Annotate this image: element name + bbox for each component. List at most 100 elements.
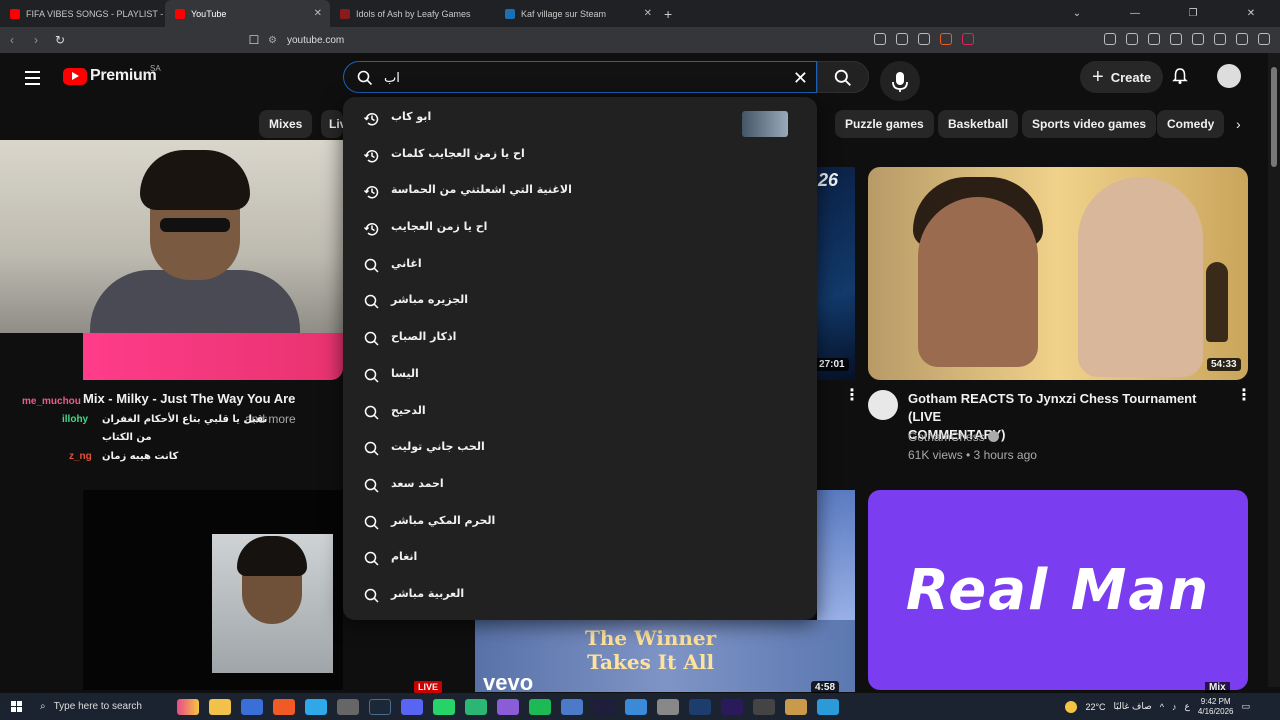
more-options-icon[interactable]: ⋮ [1236, 388, 1252, 404]
brave-shields-icon[interactable] [940, 33, 952, 45]
mix-video-title[interactable]: Mix - Milky - Just The Way You Are [83, 390, 343, 408]
suggestion-item[interactable]: اح يا زمن العجايب [343, 211, 817, 248]
weather-temp[interactable]: 22°C [1085, 702, 1105, 712]
site-info-icon[interactable]: ⚙ [268, 35, 277, 46]
extension-icon[interactable] [1104, 33, 1116, 45]
close-tab-icon[interactable]: ✕ [314, 8, 322, 19]
share-icon[interactable] [918, 33, 930, 45]
notifications-bell-icon[interactable] [1171, 67, 1189, 85]
chip-live[interactable]: Live [321, 110, 343, 138]
weather-icon[interactable] [1065, 700, 1078, 713]
account-avatar[interactable] [1217, 64, 1241, 88]
menu-icon[interactable] [1258, 33, 1270, 45]
rewards-icon[interactable] [962, 33, 974, 45]
language-indicator[interactable]: ع [1185, 702, 1190, 712]
real-man-thumbnail[interactable]: Real Man [868, 490, 1248, 690]
volume-icon[interactable]: ♪ [1172, 702, 1177, 712]
tab-steam[interactable]: Kaf village sur Steam ✕ [495, 0, 660, 27]
suggestion-item[interactable]: الجزيره مباشر [343, 284, 817, 321]
gaming-icon[interactable] [497, 698, 519, 715]
suggestion-item[interactable]: اغاني [343, 248, 817, 285]
steam-icon[interactable] [369, 698, 391, 715]
middle-video-thumbnail-2[interactable] [817, 490, 855, 625]
discord-icon[interactable] [401, 698, 423, 715]
suggestion-item[interactable]: انغام [343, 541, 817, 578]
photos-icon[interactable] [625, 698, 647, 715]
suggestion-item[interactable]: الدحيح [343, 395, 817, 432]
file-explorer-icon[interactable] [209, 698, 231, 715]
bookmark-icon[interactable]: ☐ [242, 33, 266, 47]
start-button[interactable] [0, 693, 32, 720]
fresco-icon[interactable] [689, 698, 711, 715]
close-tab-icon[interactable]: ✕ [644, 8, 652, 19]
suggestion-item[interactable]: الحرم المكي مباشر [343, 505, 817, 542]
clock[interactable]: 9:42 PM 4/16/2026 [1198, 697, 1234, 717]
forward-icon[interactable]: › [24, 33, 48, 47]
search-input[interactable] [384, 68, 774, 88]
more-options-icon[interactable]: ⋮ [844, 388, 860, 404]
page-scrollbar[interactable] [1268, 53, 1280, 687]
chess-video-thumbnail[interactable] [868, 167, 1248, 380]
suggestion-item[interactable]: الحب جاني توليت [343, 431, 817, 468]
edge-icon[interactable] [305, 698, 327, 715]
back-icon[interactable]: ‹ [0, 33, 24, 47]
tulips-widget-icon[interactable] [177, 698, 199, 715]
chevron-up-icon[interactable]: ^ [1160, 702, 1164, 712]
search-box[interactable]: ✕ [343, 61, 817, 93]
whatsapp-icon[interactable] [433, 698, 455, 715]
youtube-logo[interactable]: Premium [63, 67, 157, 85]
new-tab-button[interactable]: + [664, 6, 672, 22]
app-icon[interactable] [465, 698, 487, 715]
suggestion-item[interactable]: الاغنية التي اشعلتني من الحماسة [343, 174, 817, 211]
app-icon[interactable] [753, 698, 775, 715]
chip-sports-video-games[interactable]: Sports video games [1022, 110, 1157, 138]
minimize-icon[interactable]: — [1106, 8, 1164, 19]
suggestion-item[interactable]: اح يا زمن العجايب كلمات [343, 138, 817, 175]
voice-search-button[interactable] [880, 61, 920, 101]
store-icon[interactable] [241, 698, 263, 715]
clear-search-icon[interactable]: ✕ [793, 68, 808, 89]
app-icon[interactable] [817, 698, 839, 715]
chip-comedy[interactable]: Comedy [1157, 110, 1225, 138]
close-window-icon[interactable]: ✕ [1222, 8, 1280, 19]
winner-thumbnail[interactable]: The Winner Takes It All vevo [475, 620, 855, 692]
brave-browser-icon[interactable] [273, 698, 295, 715]
guide-menu-icon[interactable] [25, 71, 40, 89]
app-icon[interactable] [657, 698, 679, 715]
mix-thumbnail[interactable] [83, 333, 343, 380]
search-button[interactable] [817, 61, 869, 93]
capture-icon[interactable] [1126, 33, 1138, 45]
vpn-app-icon[interactable] [561, 698, 583, 715]
weather-desc[interactable]: صاف غالبًا [1114, 702, 1152, 712]
app-icon[interactable] [785, 698, 807, 715]
scrollbar-thumb[interactable] [1271, 67, 1277, 167]
reload-icon[interactable]: ↻ [48, 33, 72, 47]
chip-basketball[interactable]: Basketball [938, 110, 1019, 138]
chevron-right-icon[interactable]: › [1236, 116, 1241, 132]
notification-icon[interactable]: ▭ [1241, 701, 1250, 712]
tab-idols-of-ash[interactable]: Idols of Ash by Leafy Games [330, 0, 495, 27]
chip-puzzle-games[interactable]: Puzzle games [835, 110, 934, 138]
install-app-icon[interactable] [874, 33, 886, 45]
channel-name[interactable]: GothamChess [908, 428, 1000, 446]
taskbar-search[interactable]: ⌕ Type here to search [32, 693, 172, 720]
channel-avatar[interactable] [868, 390, 898, 420]
vpn-icon[interactable] [1236, 33, 1248, 45]
app-icon[interactable] [337, 698, 359, 715]
middle-video-thumbnail[interactable] [817, 167, 855, 380]
sidebar-icon[interactable] [1170, 33, 1182, 45]
premiere-icon[interactable] [721, 698, 743, 715]
tab-search-icon[interactable]: ⌄ [1048, 8, 1106, 19]
wallet-icon[interactable] [1192, 33, 1204, 45]
suggestion-item[interactable]: ابو كاب [343, 101, 817, 138]
restore-icon[interactable]: ❐ [1164, 8, 1222, 19]
suggestion-item[interactable]: احمد سعد [343, 468, 817, 505]
create-button[interactable]: + Create [1080, 61, 1164, 93]
spotify-icon[interactable] [529, 698, 551, 715]
leo-ai-icon[interactable] [1214, 33, 1226, 45]
suggestion-item[interactable]: العربية مباشر [343, 578, 817, 615]
terminal-icon[interactable] [593, 698, 615, 715]
zoom-icon[interactable] [896, 33, 908, 45]
suggestion-item[interactable]: اذكار الصباح [343, 321, 817, 358]
suggestion-item[interactable]: اليسا [343, 358, 817, 395]
